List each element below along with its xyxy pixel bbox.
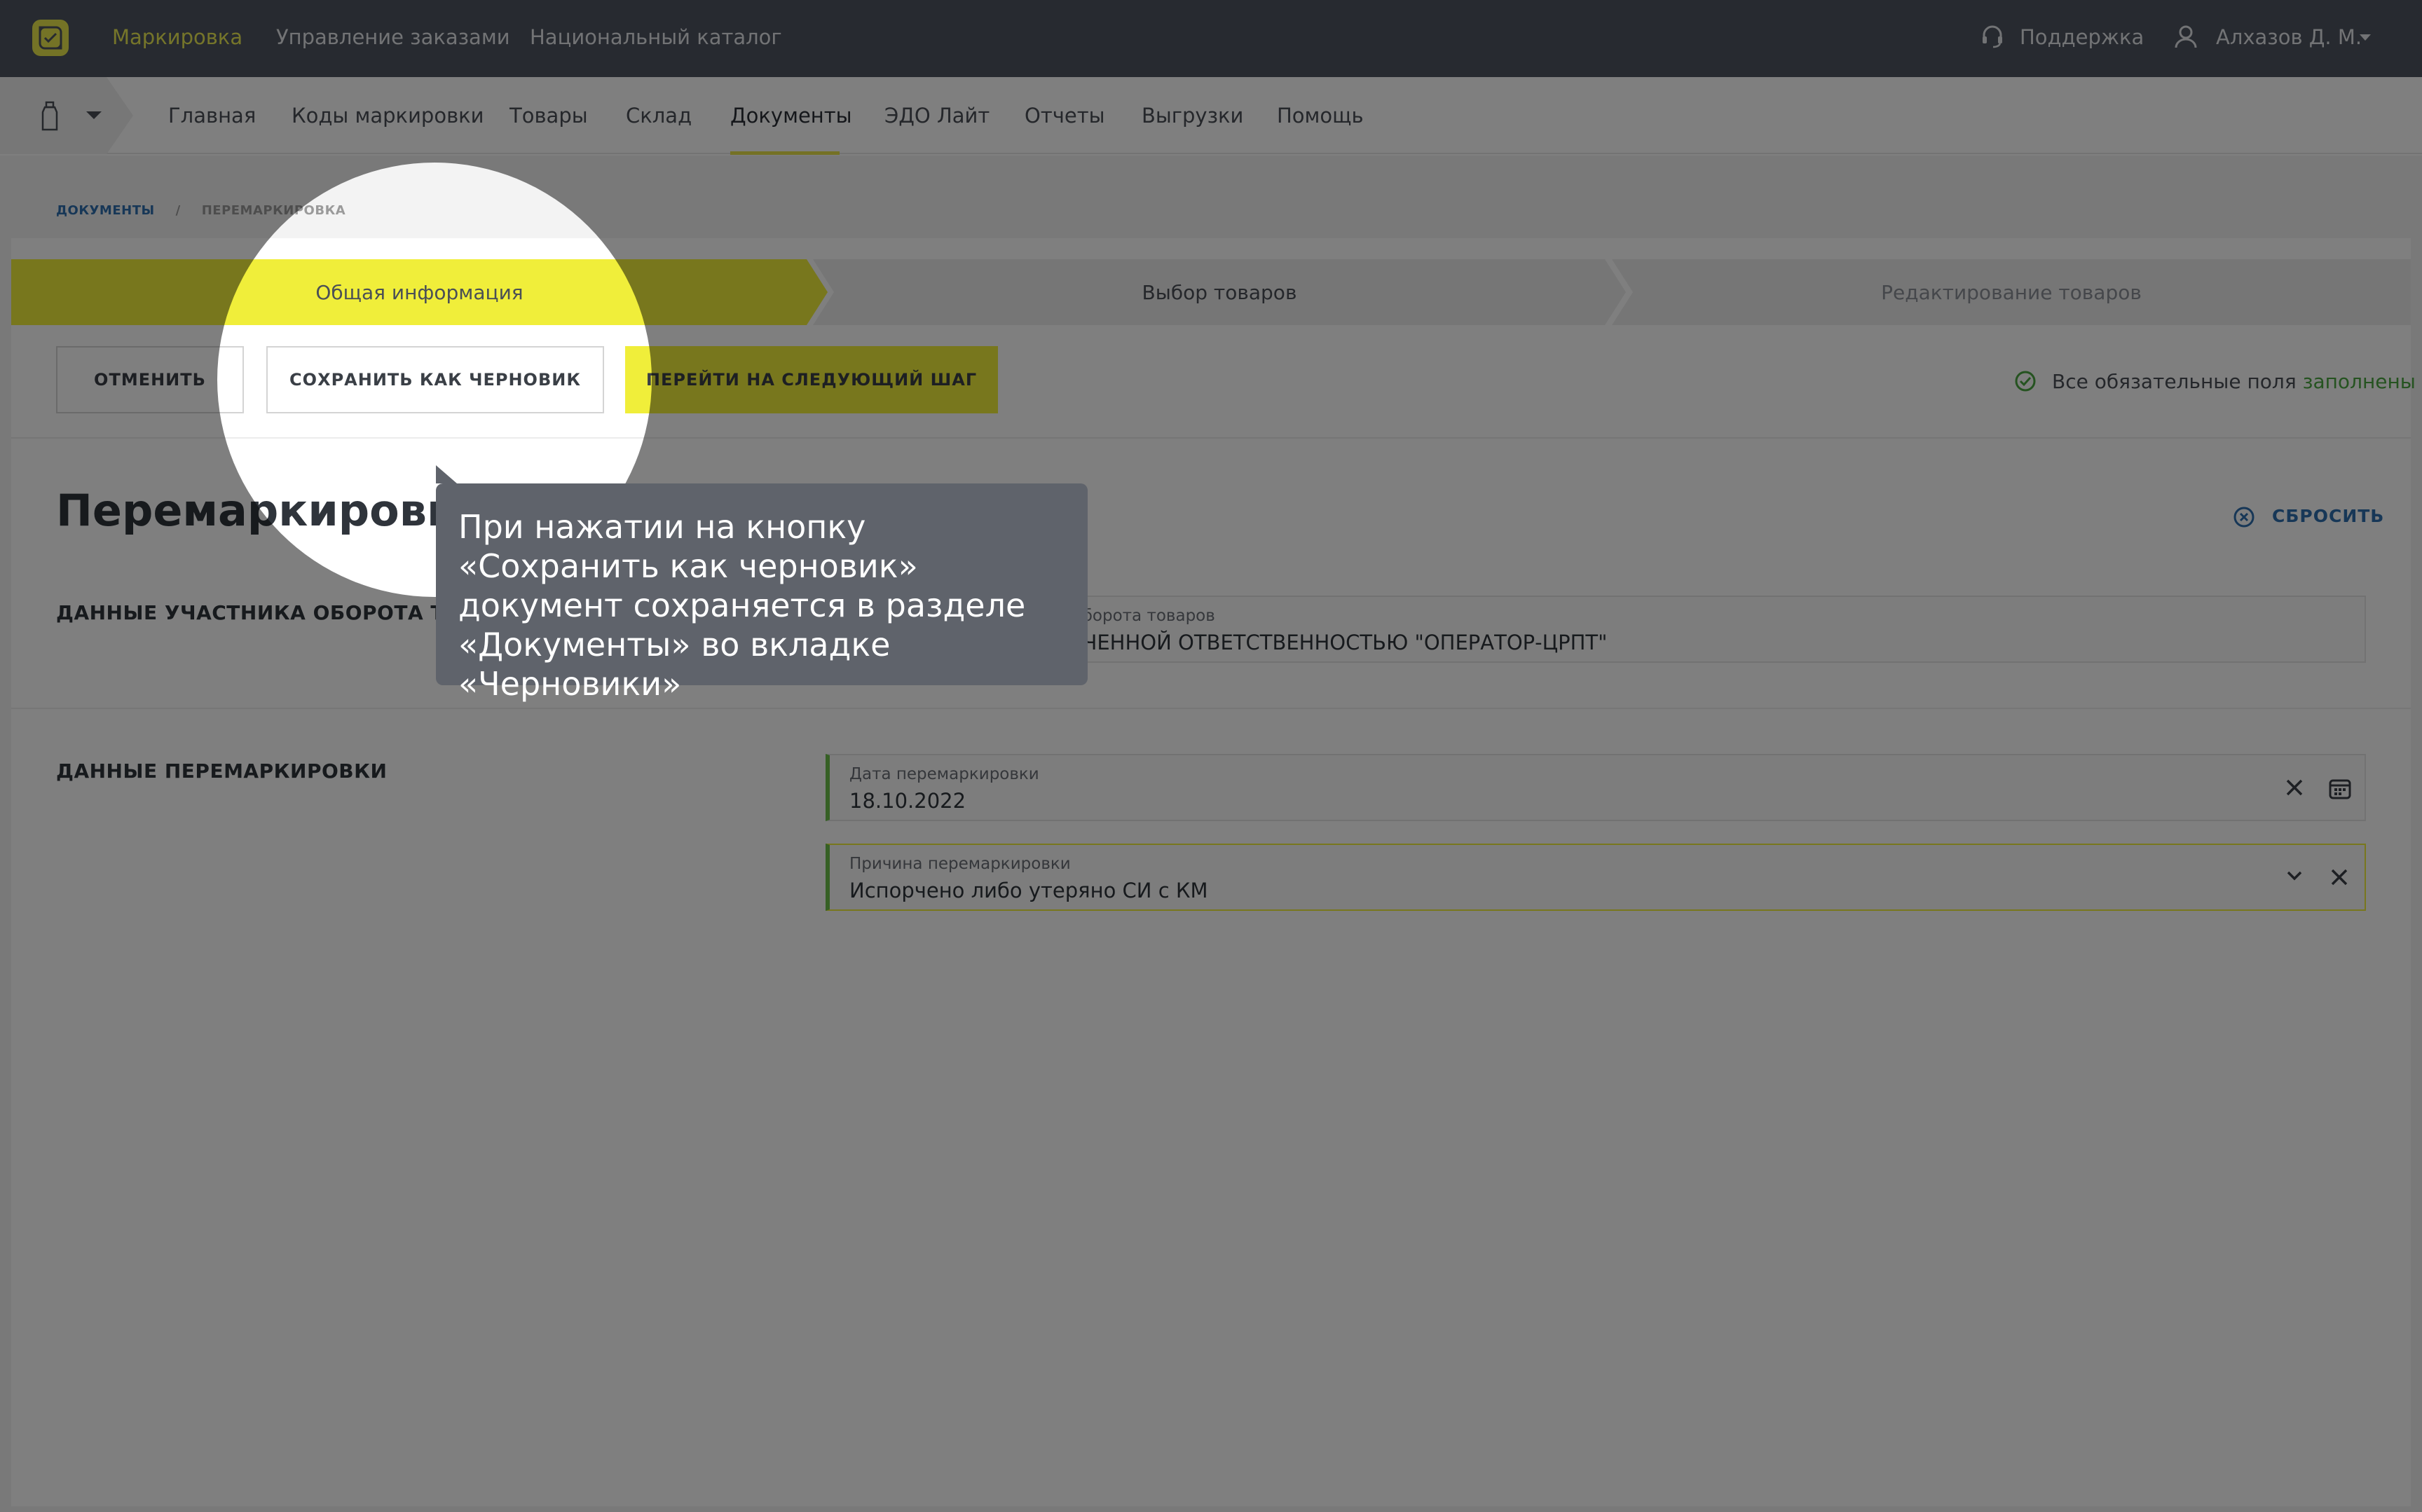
- subnav-products[interactable]: Товары: [509, 104, 588, 128]
- status-text: Все обязательные поля: [2052, 370, 2303, 393]
- active-tab-indicator: [730, 151, 840, 155]
- subnav-reports[interactable]: Отчеты: [1025, 104, 1105, 128]
- tooltip-text: При нажатии на кнопку «Сохранить как чер…: [458, 508, 1026, 703]
- chevron-down-icon: [86, 111, 102, 119]
- subnav-warehouse[interactable]: Склад: [626, 104, 692, 128]
- calendar-icon[interactable]: [2328, 776, 2352, 800]
- logo-icon[interactable]: [32, 20, 69, 56]
- user-icon: [2175, 25, 2197, 48]
- step-edit-products[interactable]: Редактирование товаров: [1612, 259, 2411, 325]
- reset-icon[interactable]: [2233, 506, 2255, 528]
- breadcrumb-separator: /: [175, 203, 181, 218]
- reason-field-value: Испорчено либо утеряно СИ с КМ: [849, 879, 1208, 902]
- chevron-down-icon: [2360, 34, 2371, 41]
- step-select-products[interactable]: Выбор товаров: [813, 259, 1626, 325]
- reason-field-label: Причина перемаркировки: [849, 855, 1071, 873]
- divider: [11, 708, 2411, 709]
- product-group-selector[interactable]: [0, 77, 133, 154]
- topnav-catalog[interactable]: Национальный каталог: [530, 25, 782, 49]
- support-link[interactable]: Поддержка: [1980, 24, 2144, 52]
- next-step-button[interactable]: ПЕРЕЙТИ НА СЛЕДУЮЩИЙ ШАГ: [625, 346, 998, 413]
- subnav-codes[interactable]: Коды маркировки: [292, 104, 484, 128]
- remarking-reason-field[interactable]: Причина перемаркировки Испорчено либо ут…: [826, 844, 2366, 911]
- subnav-help[interactable]: Помощь: [1277, 104, 1364, 128]
- onboarding-tooltip: При нажатии на кнопку «Сохранить как чер…: [436, 465, 1088, 703]
- subnav-edo-lite[interactable]: ЭДО Лайт: [884, 104, 990, 128]
- step-general-info[interactable]: Общая информация: [11, 259, 828, 325]
- topnav-marking[interactable]: Маркировка: [112, 25, 242, 49]
- check-circle-icon: [2015, 371, 2036, 392]
- user-name: Алхазов Д. М.: [2216, 25, 2362, 49]
- cancel-button[interactable]: ОТМЕНИТЬ: [56, 346, 244, 413]
- user-menu[interactable]: Алхазов Д. М.: [2174, 24, 2384, 52]
- headset-icon: [1983, 25, 2002, 48]
- step-label: Общая информация: [315, 280, 524, 304]
- chevron-down-icon[interactable]: [2286, 870, 2303, 881]
- subnav-exports[interactable]: Выгрузки: [1142, 104, 1243, 128]
- close-icon[interactable]: [2283, 776, 2306, 799]
- remarking-date-field[interactable]: Дата перемаркировки 18.10.2022: [826, 754, 2366, 821]
- close-icon[interactable]: [2328, 866, 2351, 888]
- page-title: Перемаркировка: [56, 485, 486, 536]
- breadcrumb: ДОКУМЕНТЫ / ПЕРЕМАРКИРОВКА: [56, 203, 345, 218]
- divider: [11, 437, 2411, 439]
- support-label: Поддержка: [2020, 25, 2144, 49]
- remarking-section-title: ДАННЫЕ ПЕРЕМАРКИРОВКИ: [56, 760, 388, 783]
- topnav-orders[interactable]: Управление заказами: [276, 25, 510, 49]
- subnav-documents[interactable]: Документы: [730, 104, 852, 128]
- date-field-label: Дата перемаркировки: [849, 765, 1039, 783]
- date-field-value: 18.10.2022: [849, 789, 966, 813]
- step-label: Редактирование товаров: [1881, 280, 2142, 304]
- section-nav: Главная Коды маркировки Товары Склад Док…: [0, 77, 2422, 155]
- top-bar: Маркировка Управление заказами Националь…: [0, 0, 2422, 77]
- breadcrumb-documents[interactable]: ДОКУМЕНТЫ: [56, 203, 155, 218]
- status-filled: заполнены: [2302, 370, 2416, 393]
- reset-button[interactable]: СБРОСИТЬ: [2272, 506, 2384, 526]
- bottle-icon: [41, 101, 58, 131]
- required-fields-status: Все обязательные поля заполнены: [2052, 370, 2416, 393]
- save-draft-button[interactable]: СОХРАНИТЬ КАК ЧЕРНОВИК: [266, 346, 604, 413]
- subnav-home[interactable]: Главная: [168, 104, 256, 128]
- step-label: Выбор товаров: [1142, 280, 1297, 304]
- breadcrumb-current: ПЕРЕМАРКИРОВКА: [201, 203, 346, 218]
